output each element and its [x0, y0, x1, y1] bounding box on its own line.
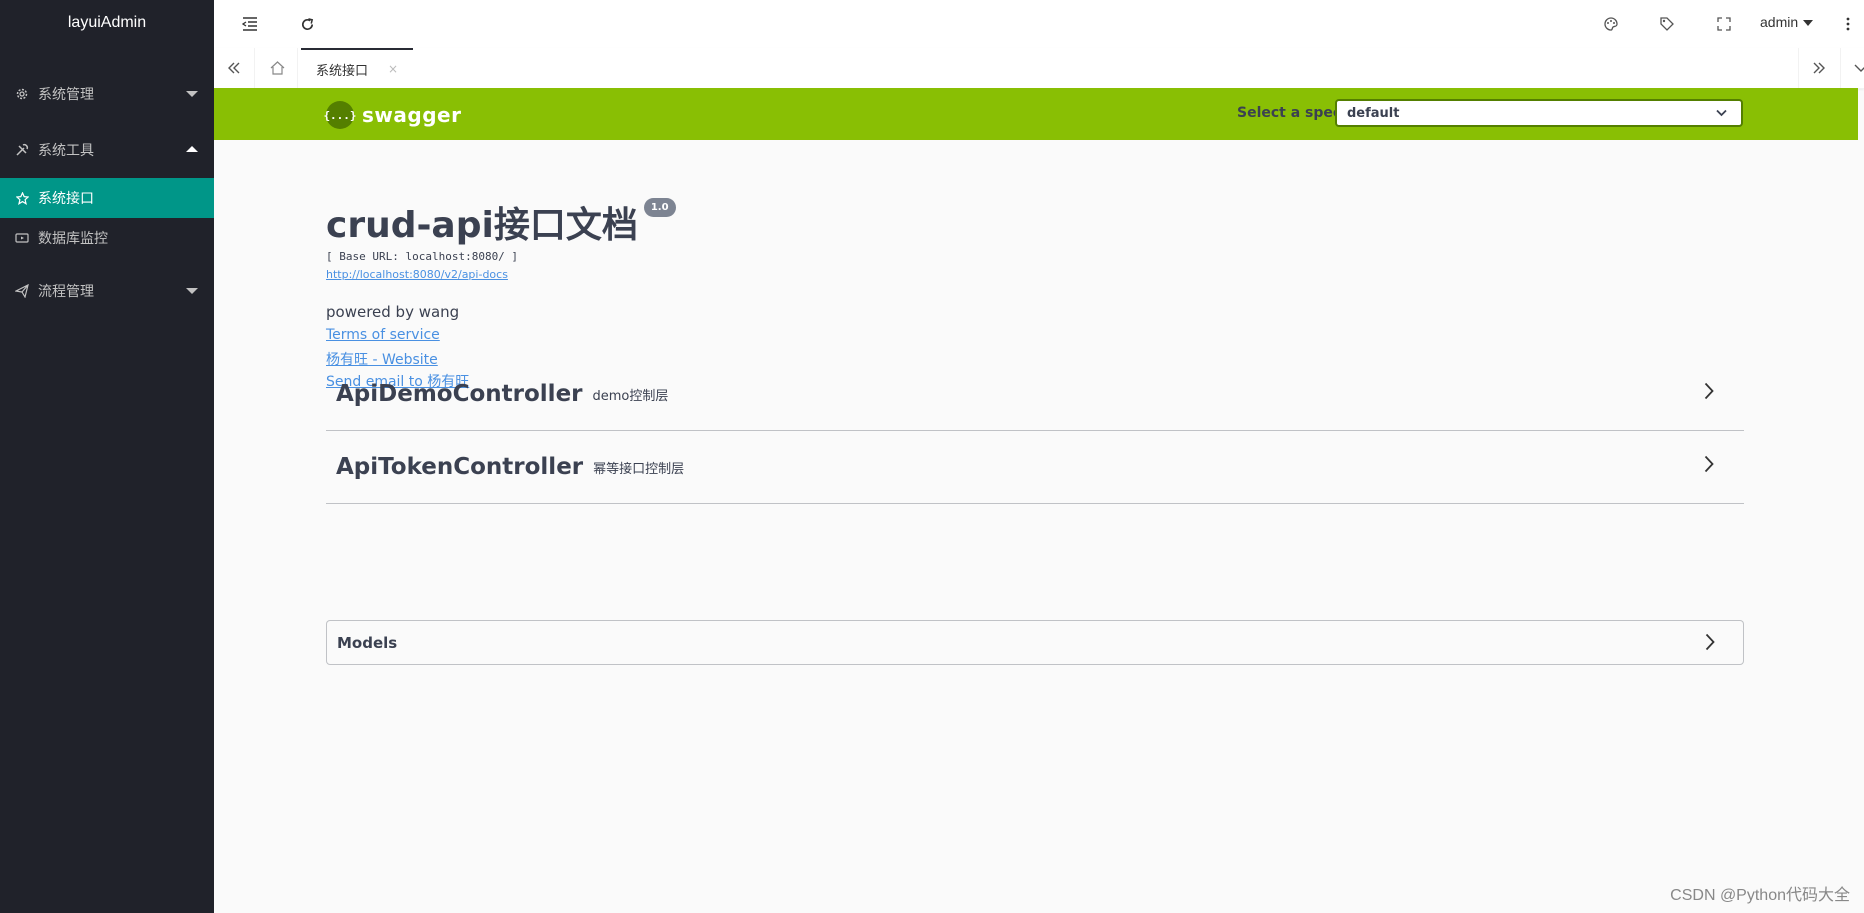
tab-label: 系统接口	[316, 63, 369, 79]
controller-section[interactable]: ApiTokenController 幂等接口控制层	[326, 431, 1744, 504]
spec-select-value: default	[1347, 105, 1400, 121]
tools-icon	[14, 143, 30, 157]
star-icon	[14, 191, 30, 205]
models-section[interactable]: Models	[326, 620, 1744, 665]
tab-menu-chevron-down-icon[interactable]	[1840, 48, 1864, 88]
sidebar-item-label: 流程管理	[38, 284, 94, 300]
spec-label: Select a spec	[1237, 105, 1342, 121]
sidebar-item-system-management[interactable]: 系统管理	[0, 66, 214, 122]
watermark: CSDN @Python代码大全	[1670, 887, 1850, 904]
app-logo[interactable]: layuiAdmin	[0, 0, 214, 45]
menu-fold-icon[interactable]	[238, 12, 262, 36]
tab-bar: 系统接口 ×	[214, 48, 1864, 89]
sidebar-item-system-tools[interactable]: 系统工具	[0, 122, 214, 178]
paper-plane-icon	[14, 284, 30, 298]
chevron-down-icon	[186, 91, 198, 97]
controller-name: ApiDemoController	[336, 381, 583, 407]
gear-icon	[14, 87, 30, 101]
video-icon	[14, 232, 30, 244]
chevron-down-icon	[1716, 106, 1727, 120]
version-badge: 1.0	[643, 198, 676, 217]
base-url: [ Base URL: localhost:8080/ ]	[326, 250, 519, 263]
controller-desc: 幂等接口控制层	[593, 461, 685, 477]
controller-desc: demo控制层	[592, 388, 669, 404]
chevron-right-icon	[1704, 455, 1714, 477]
user-menu[interactable]: admin	[1760, 14, 1814, 30]
fullscreen-icon[interactable]	[1712, 12, 1736, 36]
controller-section[interactable]: ApiDemoController demo控制层	[326, 358, 1744, 431]
theme-icon[interactable]	[1599, 12, 1623, 36]
sidebar-item-label: 数据库监控	[38, 231, 108, 247]
sidebar-item-workflow[interactable]: 流程管理	[0, 263, 214, 319]
chevron-right-icon	[1705, 633, 1715, 655]
home-icon[interactable]	[257, 48, 298, 88]
tag-icon[interactable]	[1655, 12, 1679, 36]
swagger-logo[interactable]: {...} swagger	[323, 101, 462, 129]
page-title: crud-api接口文档 1.0	[326, 196, 676, 248]
tab-scroll-left-icon[interactable]	[214, 48, 255, 88]
controller-name: ApiTokenController	[336, 454, 584, 480]
caret-down-icon	[1803, 20, 1814, 27]
models-label: Models	[337, 633, 398, 652]
api-docs-link[interactable]: http://localhost:8080/v2/api-docs	[326, 268, 676, 281]
chevron-up-icon	[186, 146, 198, 152]
swagger-brand: swagger	[362, 103, 462, 127]
sidebar: layuiAdmin 系统管理 系统工具 系统接口 数据库监控 流程管理	[0, 0, 214, 913]
chevron-right-icon	[1704, 382, 1714, 404]
chevron-down-icon	[186, 288, 198, 294]
api-description: powered by wang	[326, 303, 460, 321]
sidebar-item-label: 系统工具	[38, 143, 94, 159]
swagger-iframe: {...} swagger Select a spec default crud…	[214, 88, 1858, 913]
close-icon[interactable]: ×	[388, 62, 398, 76]
sidebar-item-system-api[interactable]: 系统接口	[0, 178, 214, 218]
tab-system-api[interactable]: 系统接口 ×	[301, 48, 413, 88]
sidebar-item-label: 系统管理	[38, 87, 94, 103]
tab-scroll-right-icon[interactable]	[1798, 48, 1839, 88]
refresh-icon[interactable]	[295, 12, 319, 36]
more-icon[interactable]	[1836, 12, 1860, 36]
api-title: crud-api接口文档	[326, 205, 638, 246]
terms-link[interactable]: Terms of service	[326, 327, 676, 343]
sidebar-item-label: 系统接口	[38, 191, 94, 207]
swagger-logo-icon: {...}	[323, 101, 357, 129]
swagger-topbar: {...} swagger Select a spec default	[214, 88, 1858, 140]
top-header: admin	[214, 0, 1864, 49]
spec-select[interactable]: default	[1335, 99, 1743, 127]
sidebar-item-db-monitor[interactable]: 数据库监控	[0, 218, 214, 258]
user-name: admin	[1760, 14, 1799, 30]
